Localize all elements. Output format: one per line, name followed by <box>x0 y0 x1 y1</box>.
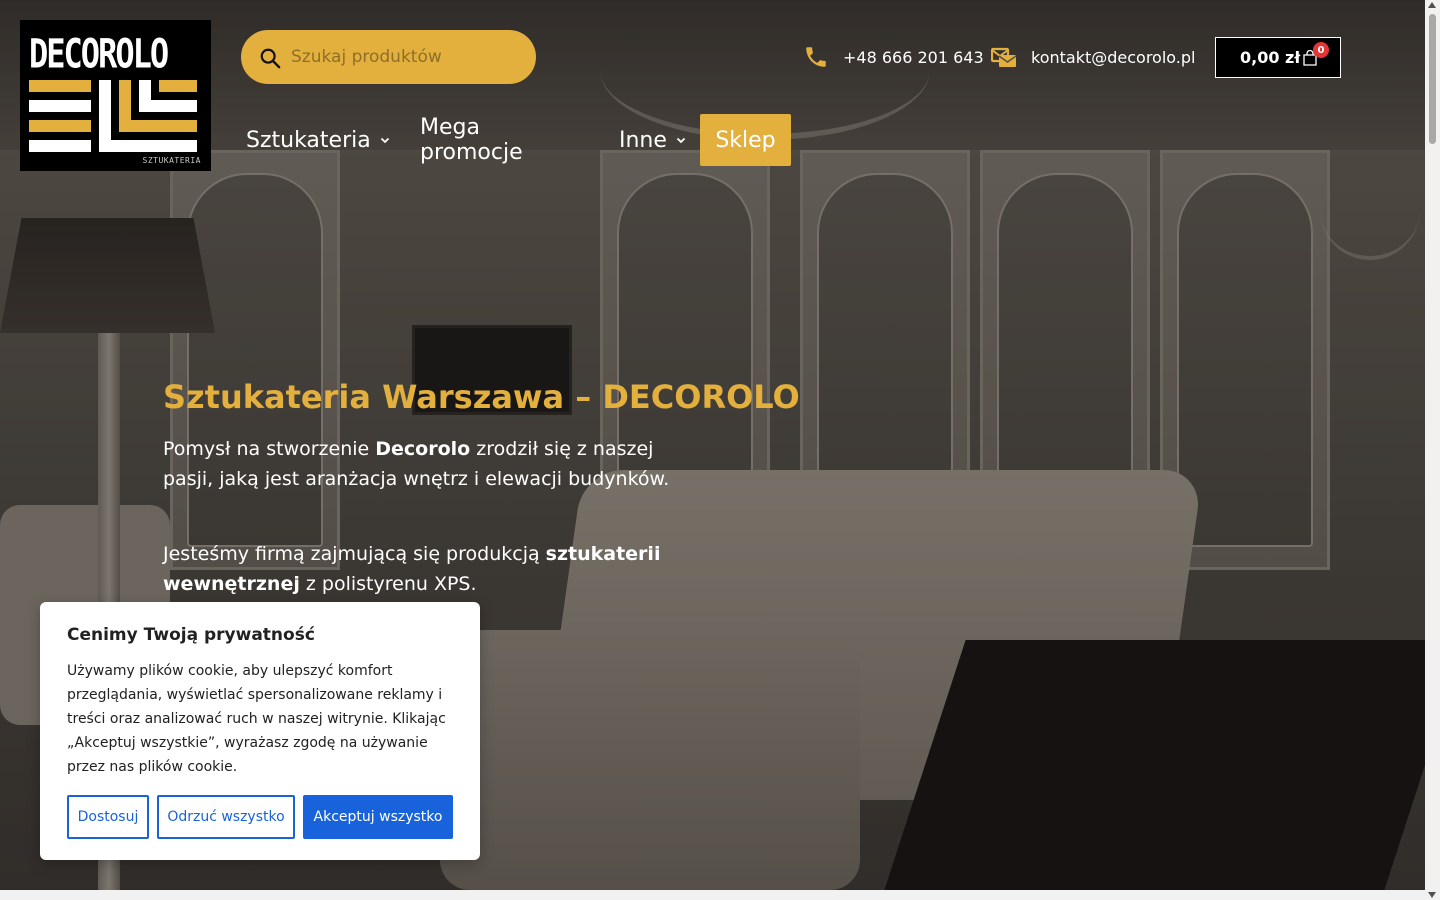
bold-brand-text: Decorolo <box>375 438 471 460</box>
cart-button[interactable]: 0,00 zł 0 <box>1215 37 1341 78</box>
nav-item-label: Sztukateria <box>246 127 371 153</box>
cookie-title: Cenimy Twoją prywatność <box>67 625 315 645</box>
phone-number: +48 666 201 643 <box>843 47 984 67</box>
search-input[interactable] <box>291 40 521 74</box>
text-span: Jesteśmy firmą zajmującą się produkcją <box>163 543 546 565</box>
cookie-accept-button[interactable]: Akceptuj wszystko <box>303 795 453 839</box>
horizontal-scrollbar[interactable] <box>0 890 1425 900</box>
search-icon[interactable] <box>259 47 281 69</box>
nav-item-label: Mega promocje <box>420 115 523 165</box>
vertical-scrollbar[interactable] <box>1425 0 1440 900</box>
cookie-consent-banner: Cenimy Twoją prywatność Używamy plików c… <box>40 602 480 860</box>
scroll-up-arrow-icon[interactable] <box>1428 2 1436 8</box>
hero-paragraph-2: Jesteśmy firmą zajmującą się produkcją s… <box>163 539 703 599</box>
cart-count-badge: 0 <box>1313 42 1329 58</box>
chevron-down-icon <box>676 137 686 144</box>
email-link[interactable]: kontakt@decorolo.pl <box>991 42 1195 72</box>
mail-icon <box>991 47 1017 67</box>
nav-item-label: Inne <box>619 127 667 153</box>
logo-mark-icon <box>29 80 197 152</box>
cart-amount: 0,00 zł <box>1240 48 1301 67</box>
cookie-customize-button[interactable]: Dostosuj <box>67 795 149 839</box>
page-title: Sztukateria Warszawa – DECOROLO <box>163 378 800 416</box>
text-span: Pomysł na stworzenie <box>163 438 376 460</box>
search-bar[interactable] <box>241 30 536 84</box>
nav-item-label: Sklep <box>715 127 776 153</box>
nav-item-sztukateria[interactable]: Sztukateria <box>246 114 391 166</box>
hero-paragraph-1: Pomysł na stworzenie Decorolo zrodził si… <box>163 434 703 494</box>
logo-brand-text: DECOROLO <box>29 30 169 78</box>
email-address: kontakt@decorolo.pl <box>1031 47 1196 67</box>
nav-item-inne[interactable]: Inne <box>619 114 687 166</box>
logo-subtitle: SZTUKATERIA <box>142 156 201 165</box>
phone-icon <box>806 47 826 67</box>
chevron-down-icon <box>380 137 389 144</box>
cookie-reject-button[interactable]: Odrzuć wszystko <box>157 795 295 839</box>
text-span: z polistyrenu XPS. <box>299 573 477 595</box>
cookie-description: Używamy plików cookie, aby ulepszyć komf… <box>67 663 446 775</box>
phone-link[interactable]: +48 666 201 643 <box>803 42 984 72</box>
nav-item-sklep[interactable]: Sklep <box>700 114 791 166</box>
nav-item-mega-promocje[interactable]: Mega promocje <box>420 114 523 166</box>
site-logo[interactable]: DECOROLO SZTUKATERIA <box>20 20 211 171</box>
scroll-down-arrow-icon[interactable] <box>1428 892 1436 898</box>
scrollbar-thumb[interactable] <box>1429 14 1436 144</box>
